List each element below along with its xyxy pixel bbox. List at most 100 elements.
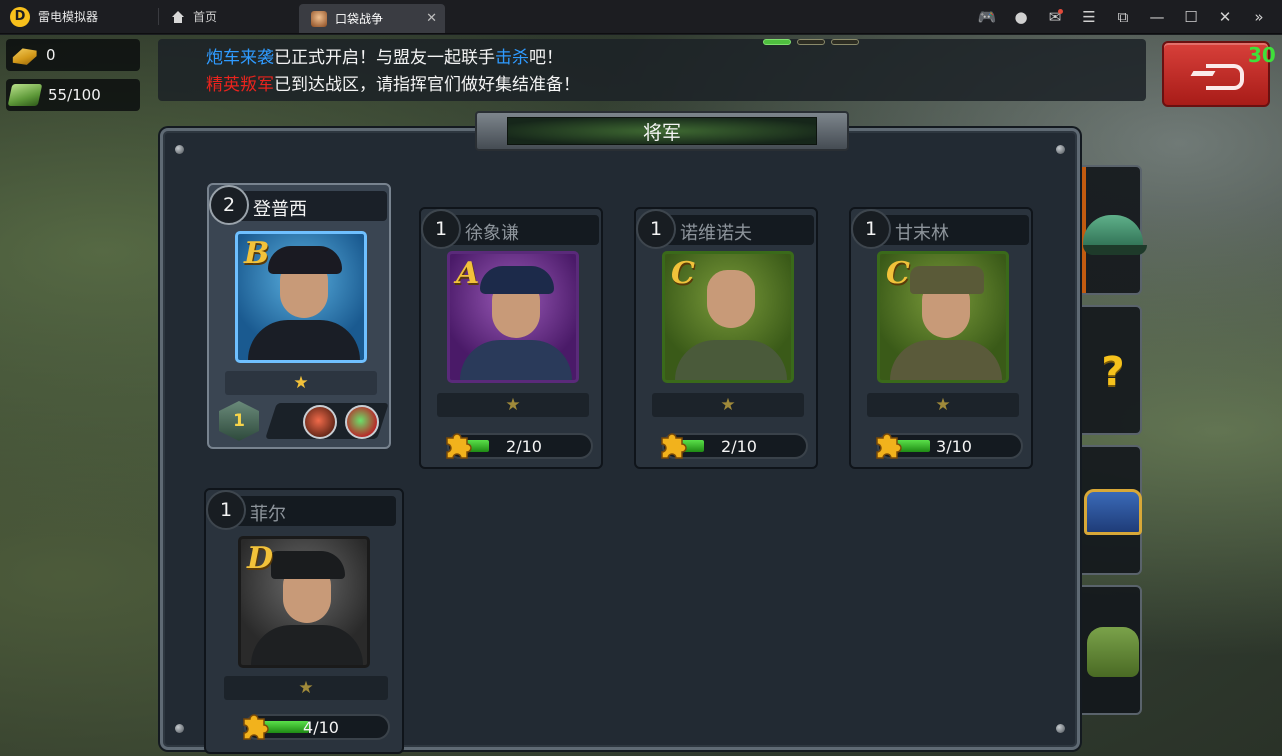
general-card[interactable]: 1 徐象谦 A ★ 2/10 xyxy=(419,207,603,469)
expand-sidebar-icon[interactable]: » xyxy=(1242,0,1276,34)
peaked-cap xyxy=(480,266,554,294)
rocket-skill-icon[interactable] xyxy=(303,405,337,439)
star-rating: ★ xyxy=(224,676,388,700)
cash-stack-icon xyxy=(7,84,43,106)
star-icon: ★ xyxy=(720,394,736,415)
side-tab-generals[interactable] xyxy=(1070,165,1147,295)
game-favicon-icon xyxy=(311,10,327,27)
side-tab-gear[interactable] xyxy=(1070,585,1142,715)
general-name: 菲尔 xyxy=(250,504,286,525)
tab-game[interactable]: 口袋战争 ✕ xyxy=(299,4,445,33)
star-icon: ★ xyxy=(298,677,314,698)
menu-icon[interactable]: ☰ xyxy=(1072,0,1106,34)
officer-cap-icon xyxy=(1082,201,1147,263)
close-tab-icon[interactable]: ✕ xyxy=(426,11,437,26)
close-window-icon[interactable]: ✕ xyxy=(1208,0,1242,34)
general-card-header: 1 甘末林 xyxy=(851,209,1029,249)
star-icon: ★ xyxy=(293,372,309,393)
news-highlight: 击杀 xyxy=(495,48,529,68)
kepi-cap xyxy=(910,266,984,294)
gold-resource: 0 xyxy=(6,39,140,71)
puzzle-piece-icon xyxy=(876,433,902,459)
rivet-decoration xyxy=(175,724,184,733)
cash-amount: 55/100 xyxy=(48,86,101,104)
news-text: 吧！ xyxy=(529,48,563,68)
panel-title-plate: 将军 xyxy=(475,111,849,151)
emulator-titlebar: D 雷电模拟器 首页 口袋战争 ✕ 🎮 ● ✉ ☰ ⧉ — ☐ ✕ » xyxy=(0,0,1282,34)
missile-skill-icon[interactable] xyxy=(345,405,379,439)
general-name: 徐象谦 xyxy=(465,223,519,244)
restore-layout-icon[interactable]: ⧉ xyxy=(1106,0,1140,34)
general-card-header: 1 菲尔 xyxy=(206,490,396,530)
star-icon: ★ xyxy=(935,394,951,415)
news-ticker: 炮车来袭已正式开启！与盟友一起联手击杀吧！ 精英叛军已到达战区，请指挥官们做好集… xyxy=(158,39,1146,101)
app-name: 雷电模拟器 xyxy=(38,10,99,24)
news-text: 已正式开启！与盟友一起联手 xyxy=(274,48,495,68)
general-grade: B xyxy=(244,236,270,271)
rivet-decoration xyxy=(175,145,184,154)
general-level: 1 xyxy=(851,209,891,249)
fragment-progress: 2/10 xyxy=(446,433,593,459)
star-rating: ★ xyxy=(225,371,377,395)
rivet-decoration xyxy=(1056,145,1065,154)
window-controls: 🎮 ● ✉ ☰ ⧉ — ☐ ✕ » xyxy=(970,0,1282,33)
garrison-cap xyxy=(271,551,345,579)
countdown-timer: 30 xyxy=(1248,43,1276,67)
tab-home[interactable]: 首页 xyxy=(159,0,299,33)
panel-title: 将军 xyxy=(507,117,817,145)
general-level: 2 xyxy=(209,185,249,225)
pager-dot xyxy=(831,39,859,45)
pager-dot-active xyxy=(763,39,791,45)
user-avatar-icon[interactable]: ● xyxy=(1004,0,1038,34)
general-card-header: 1 徐象谦 xyxy=(421,209,599,249)
generals-panel: 将军 2 登普西 B ★ 1 1 徐象谦 A ★ 2/10 1 诺维诺夫 C ★… xyxy=(160,111,1080,754)
mail-button[interactable]: ✉ xyxy=(1038,0,1072,34)
general-card[interactable]: 1 甘末林 C ★ 3/10 xyxy=(849,207,1033,469)
backpack-icon xyxy=(1082,621,1144,683)
news-highlight: 炮车来袭 xyxy=(206,48,274,68)
minimize-icon[interactable]: — xyxy=(1140,0,1174,34)
general-card[interactable]: 2 登普西 B ★ 1 xyxy=(207,183,391,449)
uniform xyxy=(890,340,1002,380)
rank-shield-icon: 1 xyxy=(219,401,259,441)
general-level: 1 xyxy=(636,209,676,249)
news-text: 已到达战区，请指挥官们做好集结准备！ xyxy=(274,75,580,95)
maximize-icon[interactable]: ☐ xyxy=(1174,0,1208,34)
general-card-header: 1 诺维诺夫 xyxy=(636,209,814,249)
puzzle-piece-icon xyxy=(243,714,269,740)
news-line-2: 精英叛军已到达战区，请指挥官们做好集结准备！ xyxy=(206,72,1146,99)
uniform xyxy=(248,320,360,360)
side-tab-chest[interactable] xyxy=(1070,445,1142,575)
uniform xyxy=(675,340,787,380)
treasure-chest-icon xyxy=(1082,481,1144,543)
tab-home-label: 首页 xyxy=(193,10,218,24)
general-level: 1 xyxy=(206,490,246,530)
puzzle-piece-icon xyxy=(661,433,687,459)
general-card[interactable]: 1 菲尔 D ★ 4/10 xyxy=(204,488,404,754)
uniform xyxy=(460,340,572,380)
skill-row: 1 xyxy=(217,399,389,443)
fragment-progress: 4/10 xyxy=(243,714,390,740)
peaked-cap xyxy=(268,246,342,274)
general-name: 登普西 xyxy=(253,199,307,220)
face xyxy=(707,270,755,328)
cash-resource: 55/100 xyxy=(6,79,140,111)
general-portrait: C xyxy=(662,251,794,383)
news-line-1: 炮车来袭已正式开启！与盟友一起联手击杀吧！ xyxy=(206,45,1146,72)
mystery-cap-icon: ? xyxy=(1101,349,1125,395)
star-rating: ★ xyxy=(437,393,589,417)
home-icon xyxy=(171,10,185,23)
general-grade: D xyxy=(247,541,274,576)
general-grade: A xyxy=(456,256,480,291)
general-portrait: A xyxy=(447,251,579,383)
general-card-header: 2 登普西 xyxy=(209,185,387,225)
star-rating: ★ xyxy=(652,393,804,417)
exit-door-icon xyxy=(1190,61,1244,90)
side-tab-recruit[interactable]: ? xyxy=(1070,305,1142,435)
pager-dot xyxy=(797,39,825,45)
gold-amount: 0 xyxy=(46,46,56,64)
news-highlight: 精英叛军 xyxy=(206,75,274,95)
general-grade: C xyxy=(886,256,910,291)
gamepad-icon[interactable]: 🎮 xyxy=(970,0,1004,34)
general-card[interactable]: 1 诺维诺夫 C ★ 2/10 xyxy=(634,207,818,469)
